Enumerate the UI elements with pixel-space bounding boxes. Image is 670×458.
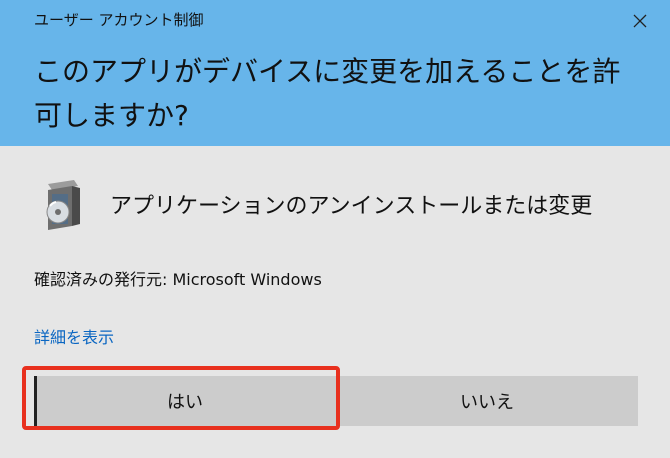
button-row: はい いいえ [34,376,638,426]
yes-button[interactable]: はい [34,376,336,426]
uac-dialog: ユーザー アカウント制御 このアプリがデバイスに変更を加えることを許可しますか?… [0,0,670,458]
window-title: ユーザー アカウント制御 [34,11,204,29]
dialog-header: ユーザー アカウント制御 このアプリがデバイスに変更を加えることを許可しますか? [0,0,670,146]
close-icon [633,14,647,28]
permission-question: このアプリがデバイスに変更を加えることを許可しますか? [34,55,621,132]
verified-publisher: 確認済みの発行元: Microsoft Windows [34,270,322,289]
show-details-link[interactable]: 詳細を表示 [34,324,114,348]
app-info: アプリケーションのアンインストールまたは変更 [34,176,592,232]
close-button[interactable] [625,6,655,36]
no-button[interactable]: いいえ [336,376,638,426]
installer-cd-box-icon [46,180,80,230]
app-name: アプリケーションのアンインストールまたは変更 [110,194,593,219]
